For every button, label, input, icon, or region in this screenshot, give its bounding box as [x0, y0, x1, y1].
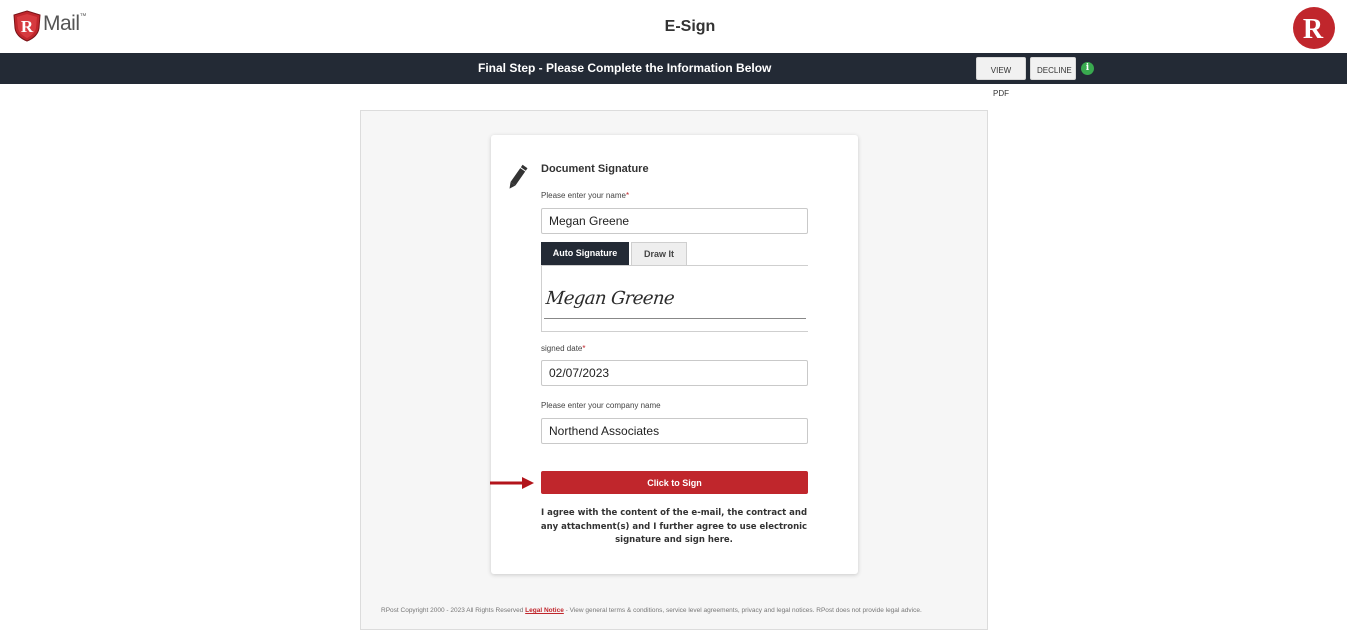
required-mark: * [582, 344, 586, 353]
signature-preview: Megan Greene [541, 265, 808, 332]
tab-auto-signature[interactable]: Auto Signature [541, 242, 629, 265]
pencil-icon [509, 164, 528, 189]
step-instructions: Final Step - Please Complete the Informa… [478, 61, 772, 75]
name-label-text: Please enter your name [541, 191, 626, 200]
footer-copyright: RPost Copyright 2000 - 2023 All Rights R… [381, 607, 524, 614]
company-input[interactable] [541, 418, 808, 444]
info-icon[interactable]: i [1081, 62, 1094, 75]
click-to-sign-button[interactable]: Click to Sign [541, 471, 808, 494]
name-label: Please enter your name* [541, 191, 629, 200]
company-label: Please enter your company name [541, 401, 661, 410]
date-label: signed date* [541, 344, 586, 353]
date-label-text: signed date [541, 344, 583, 353]
tab-draw-it[interactable]: Draw It [631, 242, 687, 265]
decline-button[interactable]: DECLINE [1030, 57, 1076, 80]
required-mark: * [625, 191, 630, 200]
footer-legal-text: - View general terms & conditions, servi… [565, 607, 922, 614]
brand-letter: R [1303, 14, 1324, 45]
page-title: E-Sign [664, 18, 716, 35]
step-bar: Final Step - Please Complete the Informa… [0, 53, 1347, 98]
legal-notice-link[interactable]: Legal Notice [525, 607, 564, 614]
footer: RPost Copyright 2000 - 2023 All Rights R… [381, 607, 981, 614]
arrow-right-icon [490, 477, 534, 489]
signature-text: Megan Greene [544, 288, 676, 309]
signed-date-input[interactable] [541, 360, 808, 386]
agreement-text: I agree with the content of the e-mail, … [540, 508, 808, 545]
name-input[interactable] [541, 208, 808, 234]
rpost-brand-icon: R [1293, 7, 1335, 49]
signature-line [544, 318, 806, 319]
card-title: Document Signature [541, 163, 649, 175]
view-pdf-button[interactable]: VIEW PDF [976, 57, 1026, 98]
top-header: R Mail ™ E-Sign R [0, 0, 1347, 53]
